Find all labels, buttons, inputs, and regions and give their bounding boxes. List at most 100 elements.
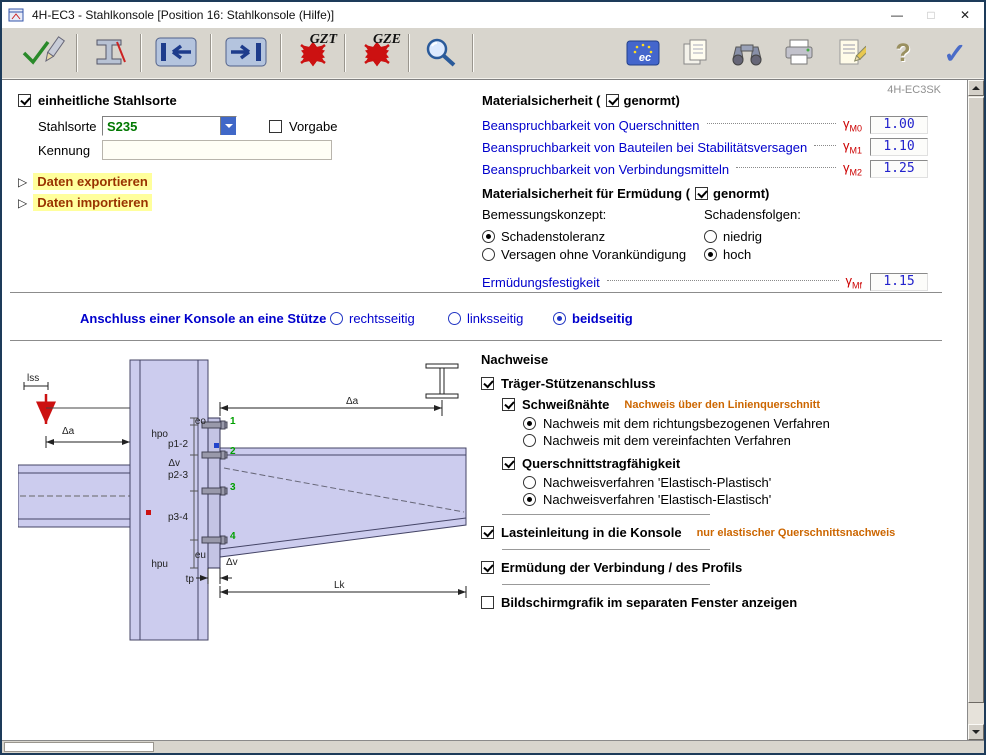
- damage-tolerance-radio[interactable]: [482, 230, 495, 243]
- help-button[interactable]: ?: [884, 33, 922, 73]
- safety-title: Materialsicherheit (: [482, 93, 601, 108]
- toolbar-separator: [408, 34, 410, 72]
- gamma-m1-input[interactable]: 1.10: [870, 138, 928, 156]
- previous-position-button[interactable]: [144, 30, 208, 76]
- toolbar-separator: [280, 34, 282, 72]
- left-side-label: linksseitig: [467, 311, 523, 326]
- no-warning-radio[interactable]: [482, 248, 495, 261]
- scroll-down-button[interactable]: [968, 724, 984, 740]
- gze-loads-button[interactable]: GZE: [348, 30, 406, 76]
- connection-both-option[interactable]: beidseitig: [553, 311, 633, 326]
- minimize-button[interactable]: —: [880, 3, 914, 27]
- gamma-m0-input[interactable]: 1.00: [870, 116, 928, 134]
- high-consequence-radio[interactable]: [704, 248, 717, 261]
- label-hpo: hpo: [151, 429, 168, 440]
- statusbar: [2, 740, 984, 753]
- fatigue-check-checkbox[interactable]: [481, 561, 494, 574]
- copy-pages-icon: [680, 37, 710, 70]
- genormt-label: genormt): [624, 93, 680, 108]
- welds-label: Schweißnähte: [522, 397, 609, 412]
- elastic-elastic-radio[interactable]: [523, 493, 536, 506]
- gamma-m0-label: Beanspruchbarkeit von Querschnitten: [482, 118, 700, 133]
- app-icon: [8, 7, 26, 23]
- label-dv-bottom: Δv: [226, 557, 238, 568]
- vorgabe-checkbox[interactable]: [269, 120, 282, 133]
- elastic-plastic-radio[interactable]: [523, 476, 536, 489]
- connection-title: Anschluss einer Konsole an eine Stütze: [80, 311, 326, 326]
- connection-right-option[interactable]: rechtsseitig: [330, 311, 415, 326]
- close-button[interactable]: ✕: [948, 3, 982, 27]
- right-side-label: rechtsseitig: [349, 311, 415, 326]
- search-position-button[interactable]: [728, 33, 766, 73]
- label-da-left: Δa: [62, 426, 75, 437]
- scroll-up-button[interactable]: [968, 80, 984, 96]
- right-side-radio[interactable]: [330, 312, 343, 325]
- fatigue-strength-label: Ermüdungsfestigkeit: [482, 275, 600, 290]
- weld-directional-radio[interactable]: [523, 417, 536, 430]
- bolt-number-3: 3: [230, 482, 236, 493]
- print-button[interactable]: [780, 33, 818, 73]
- gzt-loads-button[interactable]: GZT: [284, 30, 342, 76]
- eurocode-button[interactable]: ec: [624, 33, 662, 73]
- gamma-m0-symbol: γM0: [843, 116, 862, 134]
- import-data-label: Daten importieren: [33, 194, 152, 211]
- material-safety-section: Materialsicherheit ( genormt) Beanspruch…: [482, 90, 928, 293]
- kennung-input[interactable]: [102, 140, 332, 160]
- toolbar-separator: [344, 34, 346, 72]
- both-sides-radio[interactable]: [553, 312, 566, 325]
- label-lk: Lk: [334, 580, 346, 591]
- weld-simplified-radio[interactable]: [523, 434, 536, 447]
- bolt-number-4: 4: [230, 531, 236, 542]
- left-side-radio[interactable]: [448, 312, 461, 325]
- magnifier-icon: [421, 35, 461, 72]
- steel-grade-select[interactable]: S235: [102, 116, 237, 136]
- profile-selection-button[interactable]: [80, 30, 138, 76]
- steel-profile-icon: [89, 36, 129, 71]
- scrollbar-track[interactable]: [968, 96, 984, 724]
- elastic-elastic-label: Nachweisverfahren 'Elastisch-Elastisch': [543, 492, 771, 507]
- arrow-to-end-icon: [223, 36, 269, 71]
- question-mark-icon: ?: [895, 39, 910, 68]
- dropdown-arrow-icon[interactable]: [220, 117, 236, 135]
- window-controls: — □ ✕: [880, 3, 982, 27]
- cross-section-label: Querschnittstragfähigkeit: [522, 456, 680, 471]
- maximize-button[interactable]: □: [914, 3, 948, 27]
- main-panel: 4H-EC3SK einheitliche Stahlsorte Stahlso…: [2, 80, 967, 740]
- gamma-mf-input[interactable]: 1.15: [870, 273, 928, 291]
- gamma-m2-label: Beanspruchbarkeit von Verbindungsmitteln: [482, 162, 729, 177]
- vertical-scrollbar[interactable]: [967, 80, 984, 740]
- low-consequence-radio[interactable]: [704, 230, 717, 243]
- gamma-m1-row: Beanspruchbarkeit von Bauteilen bei Stab…: [482, 136, 928, 158]
- toolbar: GZT GZE ec: [2, 28, 984, 80]
- scrollbar-thumb[interactable]: [968, 97, 984, 703]
- bolt-number-2: 2: [230, 446, 236, 457]
- fatigue-genormt-checkbox[interactable]: [695, 187, 708, 200]
- no-warning-label: Versagen ohne Vorankündigung: [501, 247, 686, 262]
- genormt-checkbox[interactable]: [606, 94, 619, 107]
- next-position-button[interactable]: [214, 30, 278, 76]
- copy-position-button[interactable]: [676, 33, 714, 73]
- connection-left-option[interactable]: linksseitig: [448, 311, 523, 326]
- uniform-steel-checkbox[interactable]: [18, 94, 31, 107]
- import-data-link[interactable]: ▷ Daten importieren: [18, 192, 458, 213]
- welds-checkbox[interactable]: [502, 398, 515, 411]
- kennung-label: Kennung: [38, 143, 102, 158]
- gamma-m0-row: Beanspruchbarkeit von Querschnitten γM0 …: [482, 114, 928, 136]
- high-consequence-label: hoch: [723, 247, 751, 262]
- gamma-m2-input[interactable]: 1.25: [870, 160, 928, 178]
- notes-button[interactable]: [832, 33, 870, 73]
- separate-window-checkbox[interactable]: [481, 596, 494, 609]
- export-data-link[interactable]: ▷ Daten exportieren: [18, 171, 458, 192]
- gamma-mf-symbol: γMf: [846, 273, 863, 291]
- label-eu: eu: [195, 550, 206, 561]
- load-intro-hint: nur elastischer Querschnittsnachweis: [697, 527, 896, 539]
- apply-check-button[interactable]: [8, 30, 74, 76]
- low-consequence-label: niedrig: [723, 229, 762, 244]
- beam-column-checkbox[interactable]: [481, 377, 494, 390]
- view-results-button[interactable]: [412, 30, 470, 76]
- connection-section: Anschluss einer Konsole an eine Stütze r…: [2, 308, 934, 332]
- load-intro-checkbox[interactable]: [481, 526, 494, 539]
- gamma-m2-row: Beanspruchbarkeit von Verbindungsmitteln…: [482, 158, 928, 180]
- confirm-button[interactable]: ✓: [936, 33, 974, 73]
- cross-section-checkbox[interactable]: [502, 457, 515, 470]
